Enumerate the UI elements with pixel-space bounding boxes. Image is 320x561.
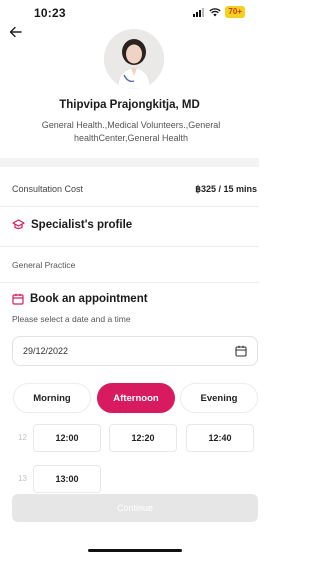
appointment-subtitle: Please select a date and a time [12, 314, 131, 324]
doctor-avatar [104, 29, 164, 89]
book-appointment-title: Book an appointment [30, 293, 148, 305]
hour-label-13: 13 [18, 474, 27, 483]
wifi-icon [209, 7, 222, 16]
time-slot-1200[interactable]: 12:00 [33, 424, 101, 452]
specialist-profile-title: Specialist's profile [31, 219, 133, 231]
specialist-profile-heading: Specialist's profile [12, 219, 132, 231]
section-divider [0, 246, 259, 247]
doctor-name: Thipvipa Prajongkitja, MD [59, 99, 200, 111]
section-divider [0, 282, 259, 283]
consultation-cost-value: ฿325 / 15 mins [195, 184, 257, 194]
signal-icon [193, 7, 205, 17]
calendar-icon [12, 293, 24, 305]
calendar-icon [235, 345, 247, 357]
time-slot-1300[interactable]: 13:00 [33, 465, 101, 493]
home-indicator [88, 549, 182, 552]
arrow-left-icon[interactable] [8, 24, 24, 40]
hour-label-12: 12 [18, 433, 27, 442]
selected-date: 29/12/2022 [23, 346, 69, 356]
tab-morning[interactable]: Morning [13, 383, 91, 413]
doctor-specialties: General Health.,Medical Volunteers.,Gene… [41, 120, 221, 143]
time-slot-1220[interactable]: 12:20 [109, 424, 177, 452]
tab-afternoon[interactable]: Afternoon [97, 383, 175, 413]
book-appointment-heading: Book an appointment [12, 293, 148, 305]
section-divider [0, 206, 259, 207]
status-icons: 70+ [193, 6, 245, 18]
continue-button[interactable]: Continue [12, 494, 258, 522]
specialist-practice: General Practice [12, 260, 76, 270]
battery-indicator: 70+ [225, 6, 245, 18]
avatar-portrait [104, 29, 164, 89]
status-bar: 10:23 70+ [0, 0, 259, 24]
graduation-cap-icon [12, 219, 25, 230]
date-picker-field[interactable]: 29/12/2022 [12, 336, 258, 366]
consultation-cost-label: Consultation Cost [12, 184, 84, 194]
tab-evening[interactable]: Evening [180, 383, 258, 413]
time-slot-1240[interactable]: 12:40 [186, 424, 254, 452]
section-divider [0, 158, 259, 167]
status-time: 10:23 [34, 6, 66, 20]
